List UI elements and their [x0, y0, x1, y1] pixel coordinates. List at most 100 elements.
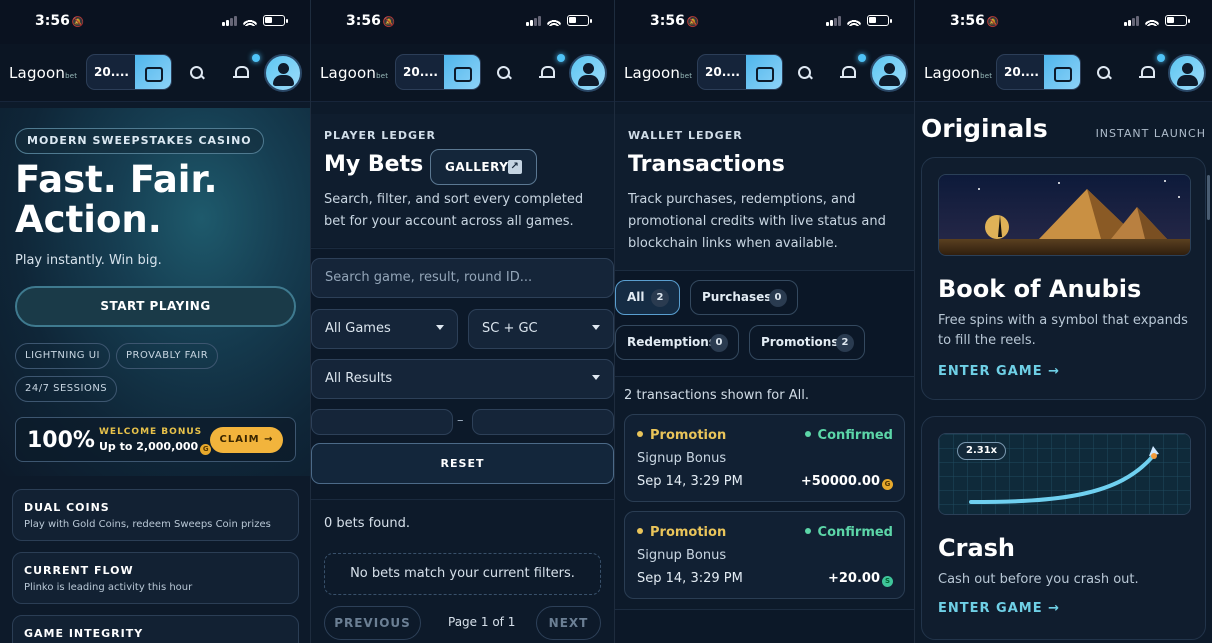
notifications-icon[interactable] — [839, 65, 856, 81]
hero-section: MODERN SWEEPSTAKES CASINO Fast. Fair. Act… — [0, 108, 310, 476]
wallet-icon[interactable] — [135, 55, 171, 89]
logo[interactable]: Lagoonbet — [624, 64, 692, 82]
battery-icon — [567, 15, 592, 26]
search-icon[interactable] — [496, 65, 512, 81]
previous-button[interactable]: PREVIOUS — [324, 606, 421, 640]
feature-card[interactable]: GAME INTEGRITY — [12, 615, 299, 643]
notifications-icon[interactable] — [538, 65, 555, 81]
reset-button[interactable]: RESET — [311, 443, 614, 484]
wallet-icon[interactable] — [746, 55, 782, 89]
top-nav: Lagoonbet 20.... — [0, 44, 310, 102]
signal-icon — [222, 15, 237, 26]
transactions-screen: 3:56 🔕 Lagoonbet 20.... WALLET LEDGER Tra… — [615, 0, 914, 643]
gallery-button[interactable]: GALLERY ↗ — [430, 149, 537, 185]
feature-card[interactable]: CURRENT FLOW Plinko is leading activity … — [12, 552, 299, 604]
bell-muted-icon: 🔕 — [686, 17, 700, 28]
transaction-amount: +20.00 S — [828, 571, 893, 587]
search-icon[interactable] — [1096, 65, 1112, 81]
notification-dot — [858, 54, 866, 62]
search-input[interactable]: Search game, result, round ID... — [311, 258, 614, 298]
wallet-icon[interactable] — [1044, 55, 1080, 89]
external-link-icon: ↗ — [508, 160, 522, 174]
balance-value: 20.... — [403, 65, 438, 79]
avatar[interactable] — [569, 54, 607, 92]
hero-headline: Fast. Fair. Action. — [15, 158, 218, 241]
start-playing-button[interactable]: START PLAYING — [15, 286, 296, 327]
avatar[interactable] — [870, 54, 908, 92]
claim-button[interactable]: CLAIM → — [210, 427, 283, 453]
chevron-down-icon — [436, 325, 444, 330]
date-from-input[interactable] — [311, 409, 453, 435]
balance-widget[interactable]: 20.... — [86, 54, 172, 90]
bell-muted-icon: 🔕 — [986, 17, 1000, 28]
game-card-book-of-anubis[interactable]: Book of Anubis Free spins with a symbol … — [921, 157, 1206, 400]
search-icon[interactable] — [797, 65, 813, 81]
status-bar: 3:56 🔕 — [311, 0, 614, 44]
balance-widget[interactable]: 20.... — [697, 54, 783, 90]
hero-tag: MODERN SWEEPSTAKES CASINO — [15, 128, 264, 154]
filter-promotions[interactable]: Promotions 2 — [749, 325, 865, 360]
balance-widget[interactable]: 20.... — [996, 54, 1081, 90]
filter-purchases[interactable]: Purchases 0 — [690, 280, 798, 315]
transaction-amount: +50000.00 G — [801, 474, 893, 490]
balance-widget[interactable]: 20.... — [395, 54, 481, 90]
page-description: blockchain links when available. — [628, 236, 838, 251]
avatar[interactable] — [1168, 54, 1206, 92]
filter-redemptions[interactable]: Redemptions 0 — [615, 325, 739, 360]
instant-launch-label[interactable]: INSTANT LAUNCH — [1096, 127, 1206, 140]
battery-icon — [867, 15, 892, 26]
gold-coin-icon: G — [882, 479, 893, 490]
search-icon[interactable] — [189, 65, 205, 81]
page-description: promotional credits with live status and — [628, 214, 886, 229]
feature-card[interactable]: DUAL COINS Play with Gold Coins, redeem … — [12, 489, 299, 541]
feature-desc: Plinko is leading activity this hour — [24, 582, 193, 593]
empty-state: No bets match your current filters. — [324, 553, 601, 595]
logo[interactable]: Lagoonbet — [320, 64, 388, 82]
signal-icon — [826, 15, 841, 26]
game-title: Book of Anubis — [938, 275, 1142, 303]
results-count: 0 bets found. — [324, 516, 411, 531]
results-summary: 2 transactions shown for All. — [624, 388, 809, 403]
page-description: Track purchases, redemptions, and — [628, 192, 856, 207]
game-card-crash[interactable]: 2.31x Crash Cash out before you crash ou… — [921, 416, 1206, 640]
status-time: 3:56 🔕 — [650, 13, 700, 29]
logo[interactable]: Lagoonbet — [924, 64, 992, 82]
enter-game-button[interactable]: ENTER GAME → — [938, 364, 1060, 379]
date-to-input[interactable] — [472, 409, 614, 435]
status-bar: 3:56 🔕 — [0, 0, 310, 44]
wallet-icon[interactable] — [444, 55, 480, 89]
crash-thumbnail[interactable]: 2.31x — [938, 433, 1191, 515]
logo[interactable]: Lagoonbet — [9, 64, 77, 82]
games-select[interactable]: All Games — [311, 309, 458, 349]
book-of-anubis-thumbnail[interactable] — [938, 174, 1191, 256]
results-select[interactable]: All Results — [311, 359, 614, 399]
bonus-label: WELCOME BONUS — [99, 427, 203, 437]
next-button[interactable]: NEXT — [536, 606, 601, 640]
transaction-card[interactable]: Promotion Confirmed Signup Bonus Sep 14,… — [624, 511, 905, 599]
chevron-down-icon — [592, 325, 600, 330]
top-nav: Lagoonbet 20.... — [615, 44, 914, 102]
game-description: Free spins with a symbol that expands to… — [938, 313, 1188, 348]
battery-icon — [263, 15, 288, 26]
status-time: 3:56 🔕 — [35, 13, 85, 29]
status-time: 3:56 🔕 — [346, 13, 396, 29]
page-title: My Bets — [324, 152, 424, 177]
pyramids-image — [939, 175, 1190, 255]
bell-muted-icon: 🔕 — [382, 17, 396, 28]
notifications-icon[interactable] — [232, 65, 249, 81]
avatar[interactable] — [264, 54, 302, 92]
transaction-date: Sep 14, 3:29 PM — [637, 571, 743, 586]
notifications-icon[interactable] — [1138, 65, 1155, 81]
transaction-name: Signup Bonus — [637, 548, 727, 563]
scrollbar[interactable] — [1207, 175, 1210, 220]
feature-title: GAME INTEGRITY — [24, 627, 144, 640]
currency-select[interactable]: SC + GC — [468, 309, 614, 349]
transaction-card[interactable]: Promotion Confirmed Signup Bonus Sep 14,… — [624, 414, 905, 502]
status-badge: Confirmed — [805, 428, 893, 443]
feature-chip: PROVABLY FAIR — [116, 343, 219, 369]
page-eyebrow: WALLET LEDGER — [628, 129, 743, 142]
status-bar: 3:56 🔕 — [915, 0, 1212, 44]
enter-game-button[interactable]: ENTER GAME → — [938, 601, 1060, 616]
wifi-icon — [547, 15, 561, 26]
filter-all[interactable]: All 2 — [615, 280, 680, 315]
